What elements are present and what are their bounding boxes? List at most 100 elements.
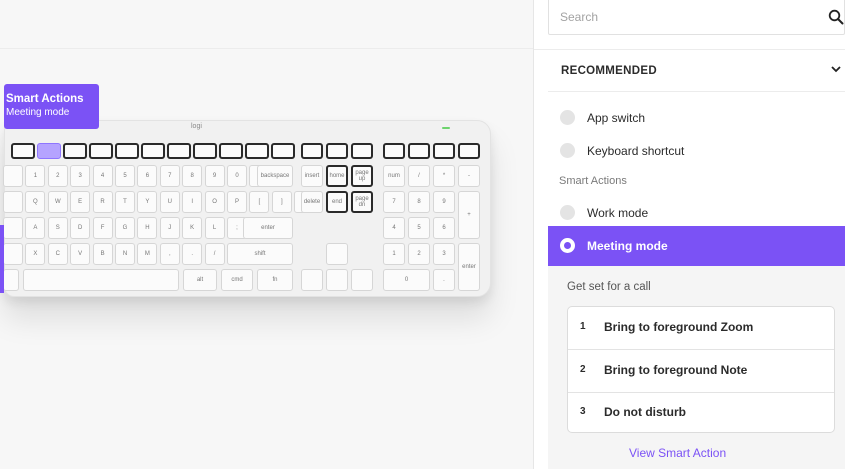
keyboard-key[interactable] [193, 143, 217, 159]
keyboard-key[interactable]: . [433, 269, 455, 291]
keyboard-key[interactable]: D [70, 217, 91, 239]
keyboard-key[interactable]: K [182, 217, 203, 239]
keyboard-key[interactable]: H [137, 217, 158, 239]
keyboard-key[interactable] [301, 143, 323, 159]
keyboard-key[interactable]: 0 [383, 269, 430, 291]
option-meeting-mode[interactable]: Meeting mode [548, 226, 845, 266]
keyboard-key[interactable]: 6 [137, 165, 158, 187]
keyboard-key[interactable]: insert [301, 165, 323, 187]
search-input[interactable] [560, 9, 800, 25]
keyboard-key[interactable]: I [182, 191, 203, 213]
keyboard-key[interactable]: 7 [383, 191, 405, 213]
keyboard-key[interactable]: 5 [115, 165, 135, 187]
keyboard-key[interactable]: backspace [257, 165, 293, 187]
keyboard-key[interactable] [326, 143, 348, 159]
keyboard-key[interactable]: 2 [47, 165, 68, 187]
keyboard-key[interactable] [245, 143, 269, 159]
keyboard-key[interactable] [37, 143, 61, 159]
keyboard-key[interactable]: S [47, 217, 68, 239]
keyboard-key[interactable]: * [433, 165, 455, 187]
keyboard-key[interactable]: B [92, 243, 113, 265]
keyboard-key[interactable]: / [408, 165, 430, 187]
keyboard-key[interactable] [3, 243, 23, 265]
keyboard-key[interactable]: home [326, 165, 348, 187]
keyboard-key[interactable] [326, 269, 348, 291]
keyboard-key[interactable]: L [204, 217, 225, 239]
keyboard-key[interactable] [11, 143, 35, 159]
keyboard-key[interactable] [115, 143, 139, 159]
keyboard-key[interactable]: 1 [25, 165, 46, 187]
keyboard-key[interactable]: 6 [433, 217, 455, 239]
keyboard-key[interactable] [351, 269, 373, 291]
keyboard-key[interactable] [3, 269, 19, 291]
search-icon[interactable] [828, 9, 844, 25]
view-smart-action-link[interactable]: View Smart Action [629, 446, 726, 460]
keyboard-key[interactable] [301, 269, 323, 291]
keyboard-key[interactable]: M [137, 243, 158, 265]
keyboard-key[interactable]: W [47, 191, 68, 213]
keyboard-key[interactable] [167, 143, 191, 159]
keyboard-key[interactable]: , [159, 243, 180, 265]
radio-button[interactable] [560, 110, 575, 125]
keyboard-key[interactable] [141, 143, 165, 159]
keyboard-key[interactable]: - [458, 165, 480, 187]
keyboard-key[interactable] [23, 269, 179, 291]
keyboard-key[interactable] [351, 143, 373, 159]
option-work-mode[interactable]: Work mode [548, 195, 845, 229]
keyboard-key[interactable]: 1 [383, 243, 405, 265]
keyboard-key[interactable]: V [70, 243, 91, 265]
keyboard-key[interactable]: 8 [408, 191, 430, 213]
recommended-header[interactable]: RECOMMENDED [548, 50, 845, 92]
keyboard-key[interactable] [383, 143, 405, 159]
keyboard-key[interactable]: 2 [408, 243, 430, 265]
keyboard-key[interactable]: num [383, 165, 405, 187]
keyboard-key[interactable]: / [204, 243, 225, 265]
keyboard-key[interactable]: U [159, 191, 180, 213]
keyboard-key[interactable]: 0 [227, 165, 247, 187]
keyboard-key[interactable]: end [326, 191, 348, 213]
keyboard-key[interactable] [458, 143, 480, 159]
keyboard-key[interactable]: 3 [70, 165, 91, 187]
keyboard-key[interactable] [63, 143, 87, 159]
keyboard-key[interactable]: R [92, 191, 113, 213]
keyboard-key[interactable]: [ [249, 191, 270, 213]
keyboard-key[interactable] [3, 191, 23, 213]
keyboard-key[interactable] [89, 143, 113, 159]
radio-button[interactable] [560, 143, 575, 158]
search-box[interactable] [548, 0, 845, 35]
keyboard-key[interactable]: 3 [433, 243, 455, 265]
keyboard-key[interactable]: 5 [408, 217, 430, 239]
keyboard-key[interactable]: page dn [351, 191, 373, 213]
option-app-switch[interactable]: App switch [548, 100, 845, 134]
keyboard-key[interactable]: enter [458, 243, 480, 291]
keyboard-key[interactable]: shift [227, 243, 293, 265]
keyboard-key[interactable]: E [70, 191, 91, 213]
keyboard-key[interactable] [408, 143, 430, 159]
keyboard-key[interactable]: enter [243, 217, 293, 239]
keyboard-key[interactable]: C [47, 243, 68, 265]
radio-button[interactable] [560, 205, 575, 220]
keyboard-key[interactable] [219, 143, 243, 159]
keyboard-key[interactable]: 7 [159, 165, 180, 187]
keyboard-key[interactable]: T [115, 191, 135, 213]
keyboard-key[interactable]: cmd [221, 269, 253, 291]
keyboard-key[interactable] [3, 165, 23, 187]
keyboard-key[interactable]: A [25, 217, 46, 239]
keyboard-key[interactable]: N [115, 243, 135, 265]
keyboard-key[interactable]: fn [257, 269, 293, 291]
keyboard-key[interactable]: Q [25, 191, 46, 213]
keyboard-key[interactable]: J [159, 217, 180, 239]
keyboard-key[interactable]: ] [271, 191, 292, 213]
keyboard-key[interactable]: 9 [204, 165, 225, 187]
radio-button-selected[interactable] [560, 238, 575, 253]
keyboard-key[interactable]: G [115, 217, 135, 239]
keyboard-key[interactable] [326, 243, 348, 265]
keyboard-key[interactable]: 4 [92, 165, 113, 187]
keyboard-key[interactable]: Y [137, 191, 158, 213]
keyboard-key[interactable]: + [458, 191, 480, 239]
keyboard-key[interactable]: O [204, 191, 225, 213]
option-keyboard-shortcut[interactable]: Keyboard shortcut [548, 133, 845, 167]
keyboard-key[interactable]: 9 [433, 191, 455, 213]
keyboard-key[interactable]: delete [301, 191, 323, 213]
keyboard-key[interactable]: P [227, 191, 247, 213]
